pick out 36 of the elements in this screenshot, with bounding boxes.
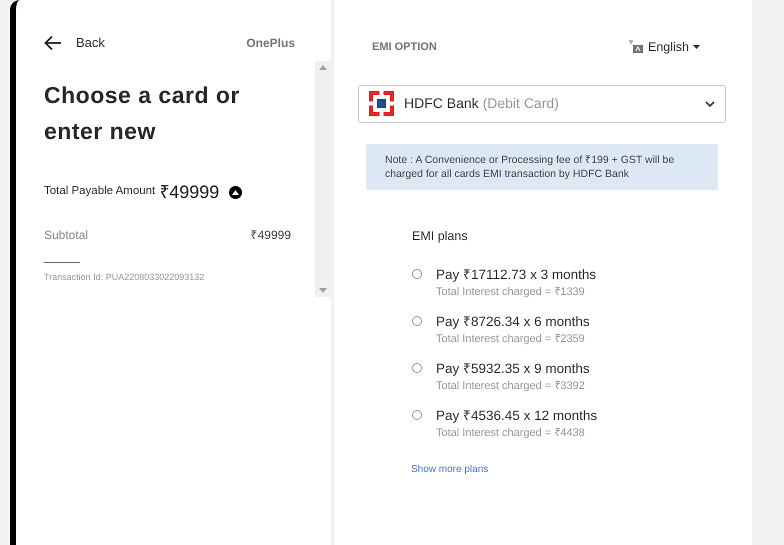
brand-name: OnePlus	[246, 34, 295, 52]
back-arrow-icon	[44, 34, 62, 51]
back-button[interactable]: Back	[44, 33, 105, 52]
show-more-link[interactable]: Show more plans	[411, 462, 488, 476]
bank-name: HDFC Bank (Debit Card)	[404, 94, 559, 114]
scrollbar[interactable]	[315, 60, 331, 296]
total-amount: ₹49999	[159, 180, 220, 204]
scroll-up-icon[interactable]	[319, 64, 327, 70]
subtotal-value: ₹49999	[250, 226, 291, 244]
plan-radio[interactable]	[412, 268, 422, 278]
scroll-down-icon[interactable]	[319, 288, 327, 292]
plan-label: Pay ₹4536.45 x 12 months	[436, 406, 598, 424]
plan-radio[interactable]	[412, 410, 422, 420]
plan-interest: Total Interest charged = ₹3392	[436, 378, 586, 394]
plan-interest: Total Interest charged = ₹1339	[436, 284, 586, 300]
chevron-down-icon	[705, 100, 715, 107]
plan-label: Pay ₹17112.73 x 3 months	[436, 266, 596, 284]
translate-icon	[628, 40, 644, 54]
plans-title: EMI plans	[412, 228, 469, 245]
page-heading: Choose a card or enter new	[44, 80, 241, 146]
collapse-icon[interactable]	[229, 186, 242, 198]
bank-logo-icon	[369, 91, 394, 116]
section-title: EMI OPTION	[372, 40, 437, 56]
plan-interest: Total Interest charged = ₹4438	[436, 426, 586, 440]
subtotal-label: Subtotal	[44, 226, 88, 244]
plan-label: Pay ₹8726.34 x 6 months	[436, 312, 590, 330]
fee-note: Note : A Convenience or Processing fee of ₹199 + GST will be charged for all cards EMI transaction by HDFC Bank	[366, 144, 718, 190]
bank-select[interactable]: HDFC Bank (Debit Card)	[358, 84, 726, 123]
plan-interest: Total Interest charged = ₹2359	[436, 332, 586, 346]
transaction-id: Transaction Id: PUA2208033022093132	[44, 270, 206, 284]
language-selector[interactable]: English	[628, 38, 700, 57]
total-label: Total Payable Amount	[44, 184, 156, 200]
plan-radio[interactable]	[412, 362, 422, 372]
caret-icon	[693, 45, 700, 50]
plan-radio[interactable]	[412, 316, 422, 326]
plan-label: Pay ₹5932.35 x 9 months	[436, 360, 590, 378]
